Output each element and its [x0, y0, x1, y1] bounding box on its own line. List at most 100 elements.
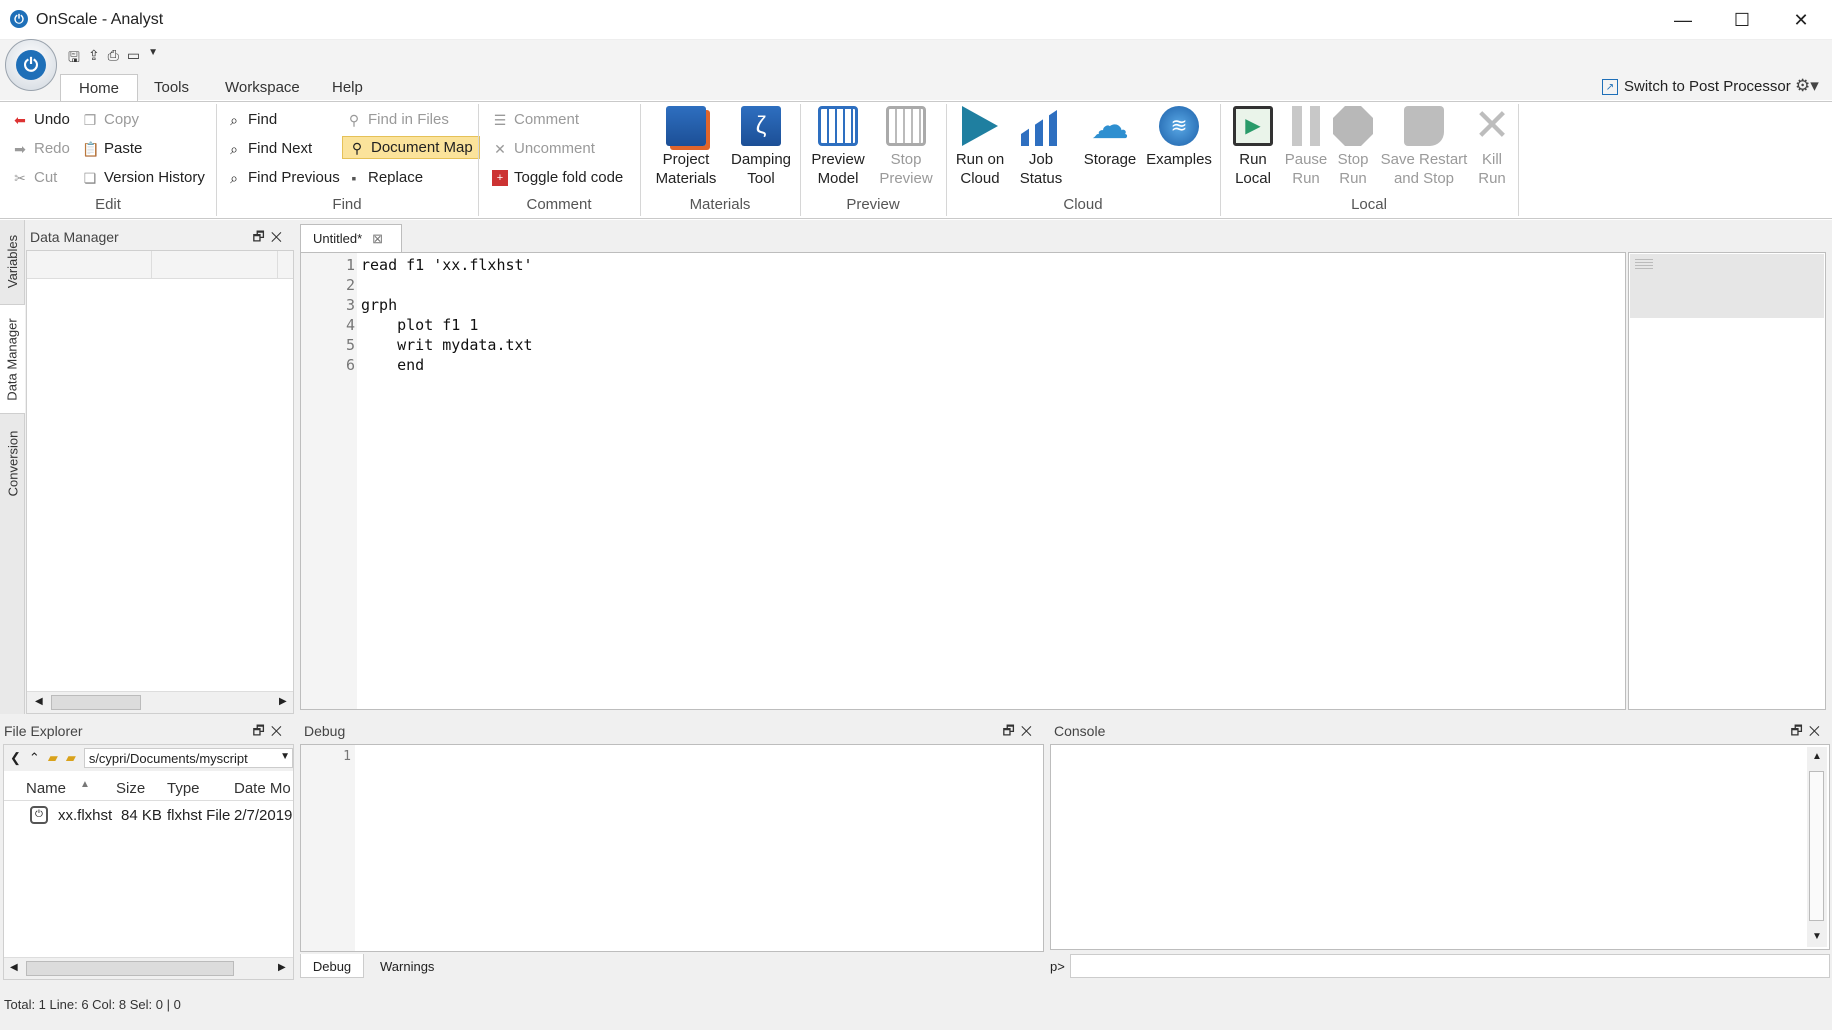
- horizontal-scrollbar[interactable]: ◀ ▶: [4, 957, 293, 979]
- upload-icon[interactable]: ⇪: [88, 47, 100, 71]
- tab-workspace[interactable]: Workspace: [207, 74, 318, 102]
- app-logo-icon: ⏻: [10, 10, 28, 28]
- cut-button[interactable]: ✂ Cut: [12, 169, 57, 186]
- panel-buttons[interactable]: 🗗✕: [253, 228, 288, 250]
- code-line[interactable]: end: [361, 356, 424, 374]
- save-icon[interactable]: 🖫: [68, 47, 80, 71]
- code-line[interactable]: grph: [361, 296, 397, 314]
- chevron-down-icon[interactable]: ▼: [148, 47, 158, 71]
- column-date[interactable]: Date Mo: [234, 780, 291, 797]
- comment-icon: ☰: [493, 111, 507, 128]
- maximize-button[interactable]: ☐: [1713, 0, 1771, 40]
- chevron-down-icon[interactable]: ▼: [280, 751, 290, 762]
- run-local-button[interactable]: ▶ Run Local: [1226, 106, 1280, 188]
- replace-button[interactable]: ▪ Replace: [346, 169, 424, 186]
- toggle-fold-button[interactable]: + Toggle fold code: [492, 169, 623, 186]
- books-icon: [666, 106, 706, 146]
- uncomment-button[interactable]: ✕ Uncomment: [492, 140, 595, 157]
- folder-icon[interactable]: ▭: [127, 47, 140, 71]
- storage-button[interactable]: ☁ Storage: [1078, 106, 1142, 169]
- scroll-right-icon[interactable]: ▶: [278, 962, 286, 973]
- panel-buttons[interactable]: 🗗✕: [1791, 722, 1826, 744]
- copy-button[interactable]: ❐ Copy: [82, 111, 139, 128]
- close-button[interactable]: ✕: [1772, 0, 1830, 40]
- find-next-button[interactable]: ⌕ Find Next: [226, 140, 312, 157]
- chart-icon: ↗: [1602, 78, 1618, 95]
- panel-buttons[interactable]: 🗗✕: [253, 722, 288, 744]
- gear-icon[interactable]: ⚙▾: [1795, 76, 1819, 96]
- column-name[interactable]: Name: [26, 780, 66, 797]
- folder-icon[interactable]: ▰: [66, 750, 76, 766]
- pause-run-button[interactable]: Pause Run: [1284, 106, 1328, 188]
- code-editor[interactable]: 1 2 3 4 5 6 read f1 'xx.flxhst' grph plo…: [300, 252, 1626, 710]
- save-stop-icon: [1404, 106, 1444, 146]
- horizontal-scrollbar[interactable]: ◀ ▶: [27, 691, 293, 713]
- kill-run-button[interactable]: ✕ Kill Run: [1470, 104, 1514, 188]
- code-line[interactable]: read f1 'xx.flxhst': [361, 256, 533, 274]
- code-line[interactable]: plot f1 1: [361, 316, 478, 334]
- job-status-button[interactable]: Job Status: [1014, 106, 1068, 188]
- comment-button[interactable]: ☰ Comment: [492, 111, 579, 128]
- scroll-thumb[interactable]: [26, 961, 234, 976]
- line-number: 3: [345, 296, 355, 314]
- stop-octagon-icon: [1333, 106, 1373, 146]
- tab-warnings[interactable]: Warnings: [380, 959, 434, 974]
- stop-preview-button[interactable]: Stop Preview: [874, 106, 938, 188]
- tab-home[interactable]: Home: [60, 74, 139, 102]
- document-map[interactable]: [1628, 252, 1826, 710]
- tab-help[interactable]: Help: [314, 74, 381, 102]
- new-folder-icon[interactable]: ▰: [48, 750, 58, 766]
- panel-buttons[interactable]: 🗗✕: [1003, 722, 1038, 744]
- tab-debug[interactable]: Debug: [300, 954, 364, 978]
- undo-button[interactable]: ⬅ Undo: [12, 111, 70, 128]
- redo-button[interactable]: ➡ Redo: [12, 140, 70, 157]
- back-icon[interactable]: ❮: [10, 750, 21, 766]
- run-on-cloud-button[interactable]: Run on Cloud: [952, 106, 1008, 188]
- minimap-viewport[interactable]: [1630, 254, 1824, 318]
- cube-stop-icon: [886, 106, 926, 146]
- save-restart-stop-button[interactable]: Save Restart and Stop: [1380, 106, 1468, 188]
- scroll-right-icon[interactable]: ▶: [279, 696, 287, 707]
- examples-button[interactable]: ≋ Examples: [1146, 106, 1212, 169]
- side-tabs: Variables Data Manager Conversion: [0, 220, 25, 714]
- scroll-down-icon[interactable]: ▼: [1812, 931, 1822, 942]
- scroll-thumb[interactable]: [1809, 771, 1824, 921]
- debug-output[interactable]: 1: [300, 744, 1044, 952]
- find-in-files-button[interactable]: ⚲ Find in Files: [346, 111, 449, 128]
- code-line[interactable]: writ mydata.txt: [361, 336, 532, 354]
- scroll-left-icon[interactable]: ◀: [35, 696, 43, 707]
- editor-tab[interactable]: Untitled* ⊠: [300, 224, 402, 252]
- scroll-up-icon[interactable]: ▲: [1812, 751, 1822, 762]
- side-tab-conversion[interactable]: Conversion: [0, 418, 25, 508]
- document-map-button[interactable]: ⚲ Document Map: [342, 136, 480, 159]
- switch-post-processor-button[interactable]: ↗ Switch to Post Processor: [1602, 78, 1791, 95]
- print-icon[interactable]: ⎙: [108, 47, 119, 71]
- project-materials-button[interactable]: Project Materials: [652, 106, 720, 188]
- side-tab-variables[interactable]: Variables: [0, 220, 25, 302]
- vertical-scrollbar[interactable]: ▲ ▼: [1807, 747, 1827, 947]
- preview-model-button[interactable]: Preview Model: [806, 106, 870, 188]
- power-icon: ⏻: [16, 50, 46, 80]
- find-previous-button[interactable]: ⌕ Find Previous: [226, 169, 340, 186]
- scroll-left-icon[interactable]: ◀: [10, 962, 18, 973]
- panel-title: Debug: [300, 718, 1044, 744]
- column-size[interactable]: Size: [116, 780, 145, 797]
- stop-run-button[interactable]: Stop Run: [1330, 106, 1376, 188]
- side-tab-data-manager[interactable]: Data Manager: [0, 304, 25, 414]
- minimize-button[interactable]: —: [1654, 0, 1712, 40]
- scroll-thumb[interactable]: [51, 695, 141, 710]
- app-menu-button[interactable]: ⏻: [5, 39, 57, 91]
- table-row[interactable]: ⏻ xx.flxhst 84 KB flxhst File 2/7/2019: [4, 803, 293, 827]
- version-history-button[interactable]: ❏ Version History: [82, 169, 205, 186]
- up-icon[interactable]: ⌃: [29, 750, 40, 766]
- tab-tools[interactable]: Tools: [136, 74, 207, 102]
- damping-tool-button[interactable]: ζ Damping Tool: [726, 106, 796, 188]
- find-button[interactable]: ⌕ Find: [226, 111, 277, 128]
- console-input[interactable]: [1070, 954, 1830, 978]
- close-tab-icon[interactable]: ⊠: [372, 231, 383, 246]
- console-output[interactable]: ▲ ▼: [1050, 744, 1830, 950]
- cube-grid-icon: [818, 106, 858, 146]
- path-field[interactable]: s/cypri/Documents/myscript ▼: [83, 748, 293, 768]
- column-type[interactable]: Type: [167, 780, 200, 797]
- paste-button[interactable]: 📋 Paste: [82, 140, 142, 157]
